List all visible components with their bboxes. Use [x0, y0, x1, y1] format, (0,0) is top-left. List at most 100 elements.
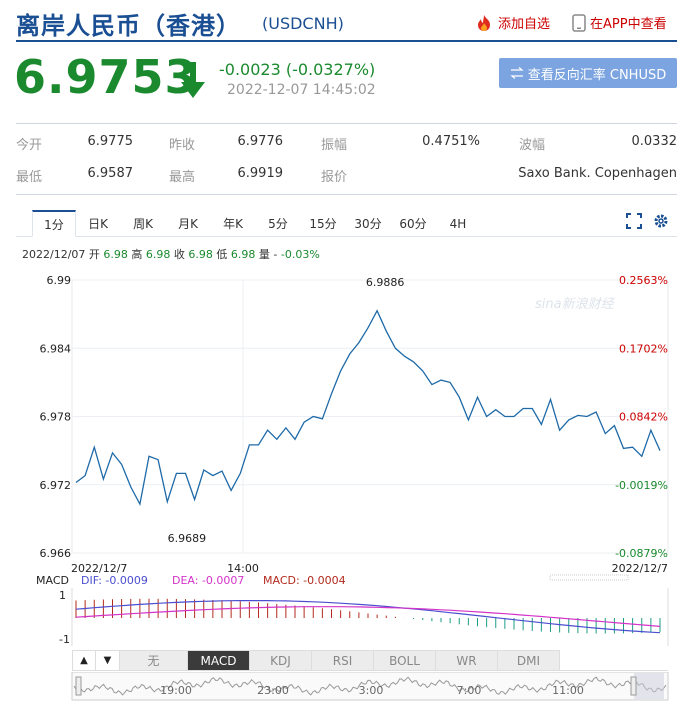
indicator-none[interactable]: 无 [120, 650, 188, 671]
current-price: 6.9753 [14, 50, 198, 104]
info-low-label: 低 [216, 248, 228, 261]
indicator-boll[interactable]: BOLL [374, 650, 436, 671]
tab-yearly[interactable]: 年K [213, 210, 253, 237]
high-value: 6.9919 [237, 166, 284, 181]
macd-dif: DIF: -0.0009 [81, 574, 148, 587]
indicator-dmi[interactable]: DMI [498, 650, 560, 671]
info-high-label: 高 [131, 248, 143, 261]
swap-icon [510, 67, 524, 79]
wave-label: 波幅 [519, 138, 546, 153]
navigator-time-label: 11:00 [552, 684, 584, 697]
info-close-label: 收 [173, 248, 185, 261]
source-label: 报价 [321, 170, 348, 185]
tab-monthly[interactable]: 月K [168, 210, 208, 237]
tab-daily[interactable]: 日K [78, 210, 118, 237]
min-label: 6.9689 [168, 532, 207, 545]
stats-row: 最低 6.9587 最高 6.9919 报价 Saxo Bank. Copenh… [16, 160, 677, 192]
reverse-rate-button[interactable]: 查看反向汇率 CNHUSD [499, 58, 677, 88]
y-axis-labels: 6.99 6.984 6.978 6.972 6.966 [40, 274, 72, 560]
page-header: 离岸人民币（香港） (USDCNH) 添加自选 在APP中查看 [0, 0, 690, 44]
fullscreen-icon[interactable] [626, 213, 642, 229]
phone-icon [572, 13, 586, 32]
indicator-spacer [560, 650, 668, 671]
wave-value: 0.0332 [631, 134, 678, 149]
indicator-buttons: ▲ ▼ 无 MACD KDJ RSI BOLL WR DMI [72, 650, 668, 671]
scroll-up-button[interactable]: ▲ [72, 650, 96, 671]
pct-axis-labels: 0.2563% 0.1702% 0.0842% -0.0019% -0.0879% [615, 274, 668, 560]
tab-30min[interactable]: 30分 [348, 210, 388, 237]
pct-tick-label: 0.1702% [619, 342, 668, 355]
add-favorite-button[interactable]: 添加自选 [474, 13, 550, 32]
navigator-time-label: 23:00 [257, 684, 289, 697]
ohlc-info-line: 2022/12/07 开 6.98 高 6.98 收 6.98 低 6.98 量… [22, 246, 320, 262]
info-high: 6.98 [145, 248, 171, 261]
amplitude-label: 振幅 [321, 138, 348, 153]
stats-table: 今开 6.9775 昨收 6.9776 振幅 0.4751% 波幅 0.0332… [16, 128, 677, 192]
open-value: 6.9775 [87, 134, 134, 149]
info-open: 6.98 [103, 248, 128, 261]
time-navigator[interactable]: 19:00 23:00 3:00 7:00 11:00 [0, 672, 690, 712]
navigator-left-handle[interactable] [75, 676, 82, 696]
high-label: 最高 [169, 170, 196, 185]
info-open-label: 开 [88, 248, 100, 261]
macd-title: MACD [36, 574, 69, 587]
prev-close-label: 昨收 [169, 138, 196, 153]
chart-grid [71, 279, 669, 554]
view-in-app-label: 在APP中查看 [590, 17, 667, 32]
low-value: 6.9587 [87, 166, 134, 181]
reverse-rate-label: 查看反向汇率 CNHUSD [527, 67, 667, 83]
pct-tick-label: 0.0842% [619, 411, 668, 424]
macd-y-bottom: -1 [59, 633, 70, 646]
scroll-down-button[interactable]: ▼ [96, 650, 120, 671]
y-tick-label: 6.978 [40, 411, 72, 424]
macd-value: MACD: -0.0004 [263, 574, 346, 587]
source-value: Saxo Bank. Copenhagen [518, 166, 677, 181]
navigator-right-handle[interactable] [630, 676, 637, 696]
chart-watermark: sina新浪财经 [535, 296, 616, 312]
tab-60min[interactable]: 60分 [393, 210, 433, 237]
tab-1min[interactable]: 1分 [32, 210, 76, 237]
info-vol-label: 量 [258, 248, 270, 261]
navigator-time-label: 19:00 [160, 684, 192, 697]
stats-divider-bottom [16, 194, 677, 195]
price-change: -0.0023 (-0.0327%) [219, 60, 376, 79]
y-tick-label: 6.972 [40, 479, 72, 492]
y-tick-label: 6.99 [47, 274, 72, 287]
tab-weekly[interactable]: 周K [123, 210, 163, 237]
pct-tick-label: -0.0019% [615, 479, 668, 492]
info-pct: -0.03% [280, 248, 320, 261]
indicator-macd[interactable]: MACD [188, 650, 250, 671]
info-low: 6.98 [230, 248, 256, 261]
y-tick-label: 6.966 [40, 547, 72, 560]
info-close: 6.98 [188, 248, 213, 261]
indicator-rsi[interactable]: RSI [312, 650, 374, 671]
indicator-kdj[interactable]: KDJ [250, 650, 312, 671]
macd-chart[interactable]: MACD DIF: -0.0009 DEA: -0.0007 MACD: -0.… [0, 574, 690, 646]
price-series-line [75, 309, 661, 507]
pct-tick-label: -0.0879% [615, 547, 668, 560]
navigator-time-label: 3:00 [359, 684, 384, 697]
flame-icon [478, 14, 490, 31]
view-in-app-button[interactable]: 在APP中查看 [572, 13, 667, 32]
indicator-wr[interactable]: WR [436, 650, 498, 671]
period-tabs: 1分 日K 周K 月K 年K 5分 15分 30分 60分 4H [16, 207, 677, 237]
navigator-window[interactable] [634, 673, 664, 699]
settings-icon[interactable] [653, 213, 669, 229]
price-chart[interactable]: sina新浪财经 6.99 6.984 6.978 6.972 6.966 0.2563… [0, 262, 690, 582]
add-favorite-label: 添加自选 [498, 17, 551, 32]
macd-histogram [75, 598, 661, 634]
navigator-time-label: 7:00 [457, 684, 482, 697]
info-vol: - [273, 248, 278, 261]
symbol-code: (USDCNH) [262, 14, 344, 33]
amplitude-value: 0.4751% [422, 134, 480, 149]
macd-dea: DEA: -0.0007 [172, 574, 244, 587]
info-date: 2022/12/07 [22, 248, 86, 261]
header-divider [16, 40, 677, 42]
stats-divider-top [16, 123, 677, 124]
tab-4h[interactable]: 4H [438, 210, 478, 237]
quote-time: 2022-12-07 14:45:02 [227, 82, 376, 98]
page-title: 离岸人民币（香港） [16, 12, 241, 40]
tab-5min[interactable]: 5分 [258, 210, 298, 237]
down-arrow-icon [181, 62, 205, 98]
tab-15min[interactable]: 15分 [303, 210, 343, 237]
